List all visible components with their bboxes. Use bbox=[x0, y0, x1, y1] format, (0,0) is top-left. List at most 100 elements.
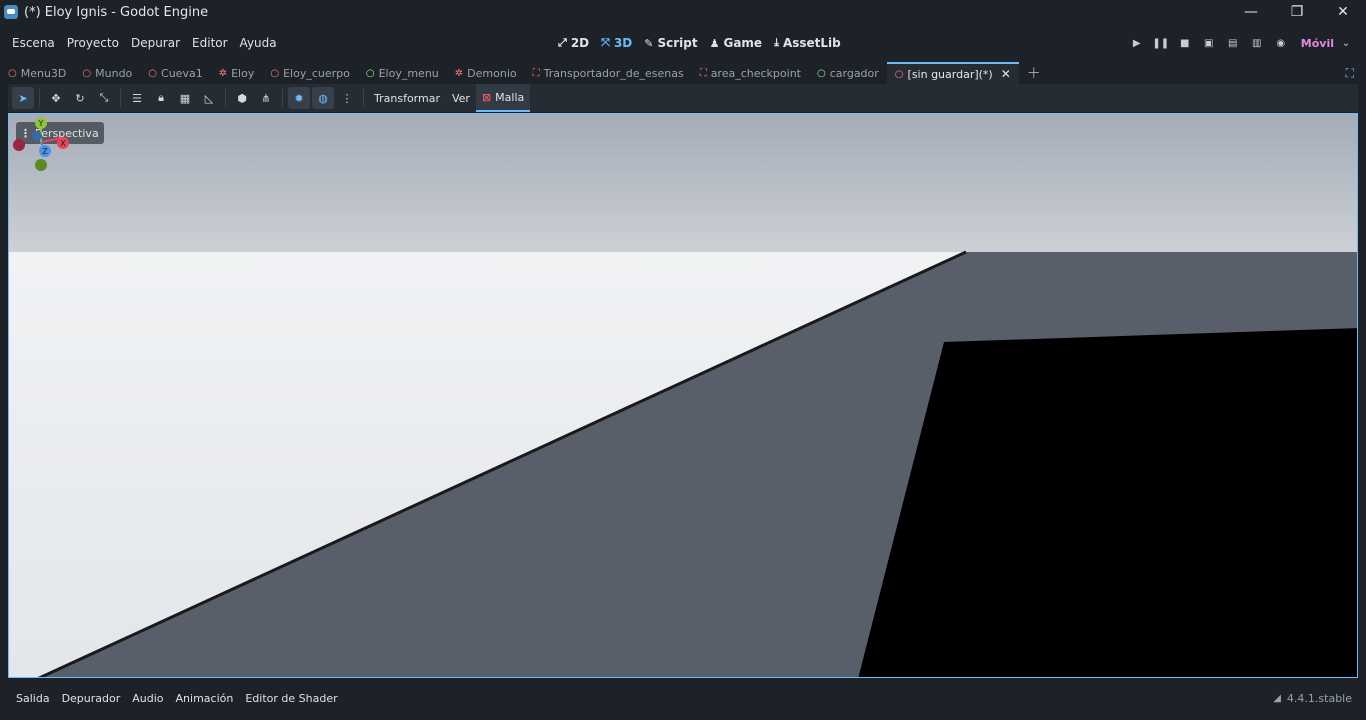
scene-tab[interactable]: ✲ Demonio bbox=[447, 62, 525, 84]
renderer-selector[interactable]: Móvil bbox=[1301, 37, 1334, 50]
bottom-tab-audio[interactable]: Audio bbox=[126, 692, 169, 705]
workspace-3d-button[interactable]: ⤧ 3D bbox=[595, 36, 638, 50]
maximize-button[interactable]: ❐ bbox=[1274, 0, 1320, 24]
title-bar: (*) Eloy Ignis - Godot Engine — ❐ ✕ bbox=[0, 0, 1366, 24]
3d-viewport[interactable]: ⋮ Perspectiva Y X Z bbox=[8, 113, 1358, 678]
close-window-button[interactable]: ✕ bbox=[1320, 0, 1366, 24]
node3d-icon: ○ bbox=[82, 67, 92, 79]
mesh-icon: ⊠ bbox=[481, 90, 492, 104]
lock-icon[interactable]: 🔒︎ bbox=[150, 87, 172, 109]
gizmo-y-label: Y bbox=[38, 119, 44, 128]
character-icon: ✲ bbox=[454, 67, 464, 79]
movie-maker-icon[interactable]: ◉ bbox=[1269, 31, 1293, 55]
add-scene-tab-button[interactable]: ＋ bbox=[1019, 62, 1049, 84]
godot-logo-icon bbox=[4, 5, 18, 19]
view-menu[interactable]: Ver bbox=[446, 84, 476, 112]
scene-tab[interactable]: ⛶ Transportador_de_esenas bbox=[525, 62, 692, 84]
toolbar-separator bbox=[363, 89, 364, 107]
version-label: ◢ 4.4.1.stable bbox=[1273, 691, 1352, 705]
scene-tab[interactable]: ✲ Eloy bbox=[211, 62, 263, 84]
sun-preview-icon[interactable]: ✹ bbox=[288, 87, 310, 109]
workspace-assetlib-button[interactable]: ⤓ AssetLib bbox=[768, 36, 847, 50]
gizmo-neg-z-handle bbox=[32, 131, 42, 141]
menu-editor[interactable]: Editor bbox=[186, 36, 234, 50]
bottom-tab-output[interactable]: Salida bbox=[10, 692, 56, 705]
update-spinner-icon: ◢ bbox=[1273, 692, 1281, 704]
menu-list: Escena Proyecto Depurar Editor Ayuda bbox=[6, 36, 283, 50]
bottom-tab-debugger[interactable]: Depurador bbox=[56, 692, 127, 705]
viewport-scene bbox=[9, 114, 1357, 677]
chevron-down-icon[interactable]: ⌄ bbox=[1334, 31, 1358, 55]
snap-icon[interactable]: ⋔ bbox=[255, 87, 277, 109]
close-tab-icon[interactable]: ✕ bbox=[1001, 67, 1011, 81]
gizmo-neg-x-handle bbox=[13, 139, 25, 151]
node3d-icon: ○ bbox=[894, 68, 904, 80]
gizmo-z-label: Z bbox=[42, 147, 48, 156]
distraction-free-icon[interactable]: ⛶ bbox=[1346, 66, 1354, 81]
scene-tab[interactable]: ○ Mundo bbox=[74, 62, 140, 84]
minimize-button[interactable]: — bbox=[1228, 0, 1274, 24]
area-icon: ⛶ bbox=[532, 67, 540, 79]
mesh-menu[interactable]: ⊠ Malla bbox=[475, 84, 531, 112]
play-icon[interactable]: ▶ bbox=[1125, 31, 1149, 55]
select-mode-icon[interactable]: ➤ bbox=[12, 87, 34, 109]
game-icon: ♟ bbox=[709, 36, 720, 50]
script-icon: ✎ bbox=[644, 36, 654, 50]
workspace-2d-button[interactable]: ⤢ 2D bbox=[552, 36, 595, 50]
toolbar-separator bbox=[39, 89, 40, 107]
rotate-mode-icon[interactable]: ↻ bbox=[69, 87, 91, 109]
list-select-icon[interactable]: ☰ bbox=[126, 87, 148, 109]
assetlib-icon: ⤓ bbox=[774, 36, 779, 49]
bottom-panel-bar: Salida Depurador Audio Animación Editor … bbox=[0, 686, 1366, 710]
pause-icon[interactable]: ❚❚ bbox=[1149, 31, 1173, 55]
control-icon: ○ bbox=[365, 67, 375, 79]
menu-depurar[interactable]: Depurar bbox=[125, 36, 186, 50]
toolbar-separator bbox=[225, 89, 226, 107]
gizmo-x-label: X bbox=[60, 139, 66, 148]
node3d-icon: ○ bbox=[148, 67, 158, 79]
workspace-game-button[interactable]: ♟ Game bbox=[704, 36, 768, 50]
node3d-icon: ○ bbox=[8, 67, 17, 79]
menu-proyecto[interactable]: Proyecto bbox=[61, 36, 125, 50]
run-bar: ▶ ❚❚ ■ ▣ ▤ ▥ ◉ Móvil ⌄ bbox=[1125, 28, 1358, 58]
move-mode-icon[interactable]: ✥ bbox=[45, 87, 67, 109]
scene-tabs: ○ Menu3D ○ Mundo ○ Cueva1 ✲ Eloy ○ Eloy_cuerp… bbox=[0, 62, 1366, 84]
remote-debug-icon[interactable]: ▣ bbox=[1197, 31, 1221, 55]
scene-tab[interactable]: ○ Menu3D bbox=[0, 62, 74, 84]
bottom-tab-animation[interactable]: Animación bbox=[170, 692, 240, 705]
2d-icon: ⤢ bbox=[558, 36, 567, 49]
play-scene-icon[interactable]: ▤ bbox=[1221, 31, 1245, 55]
scene-tab[interactable]: ○ Eloy_cuerpo bbox=[262, 62, 358, 84]
scene-tab[interactable]: ⛶ area_checkpoint bbox=[692, 62, 809, 84]
menu-ayuda[interactable]: Ayuda bbox=[234, 36, 283, 50]
play-custom-scene-icon[interactable]: ▥ bbox=[1245, 31, 1269, 55]
toolbar-separator bbox=[120, 89, 121, 107]
bottom-tab-shader-editor[interactable]: Editor de Shader bbox=[239, 692, 343, 705]
control-icon: ○ bbox=[816, 67, 826, 79]
workspace-switcher: ⤢ 2D ⤧ 3D ✎ Script ♟ Game ⤓ AssetLib bbox=[552, 28, 847, 58]
stop-icon[interactable]: ■ bbox=[1173, 31, 1197, 55]
3d-icon: ⤧ bbox=[601, 36, 610, 49]
menu-escena[interactable]: Escena bbox=[6, 36, 61, 50]
main-menu-bar: Escena Proyecto Depurar Editor Ayuda ⤢ 2D… bbox=[0, 28, 1366, 58]
window-controls: — ❐ ✕ bbox=[1228, 0, 1366, 24]
character-icon: ✲ bbox=[218, 67, 228, 79]
scene-tab[interactable]: ○ Cueva1 bbox=[140, 62, 210, 84]
window-title: (*) Eloy Ignis - Godot Engine bbox=[24, 4, 209, 20]
scene-tab[interactable]: ○ Eloy_menu bbox=[358, 62, 447, 84]
toolbar-separator bbox=[282, 89, 283, 107]
ruler-icon[interactable]: ◺ bbox=[198, 87, 220, 109]
area-icon: ⛶ bbox=[699, 67, 707, 79]
local-space-icon[interactable]: ⬢ bbox=[231, 87, 253, 109]
group-icon[interactable]: ▦ bbox=[174, 87, 196, 109]
scale-mode-icon[interactable]: ⤡ bbox=[93, 87, 115, 109]
node3d-icon: ○ bbox=[270, 67, 280, 79]
gizmo-neg-y-handle bbox=[35, 159, 47, 171]
environment-preview-icon[interactable]: ◍ bbox=[312, 87, 334, 109]
transform-menu[interactable]: Transformar bbox=[368, 84, 446, 112]
workspace-script-button[interactable]: ✎ Script bbox=[638, 36, 703, 50]
scene-tab[interactable]: ○ cargador bbox=[809, 62, 887, 84]
orientation-gizmo[interactable]: Y X Z bbox=[9, 114, 73, 178]
more-options-icon[interactable]: ⋮ bbox=[336, 87, 358, 109]
scene-tab-active[interactable]: ○ [sin guardar](*) ✕ bbox=[886, 62, 1019, 84]
